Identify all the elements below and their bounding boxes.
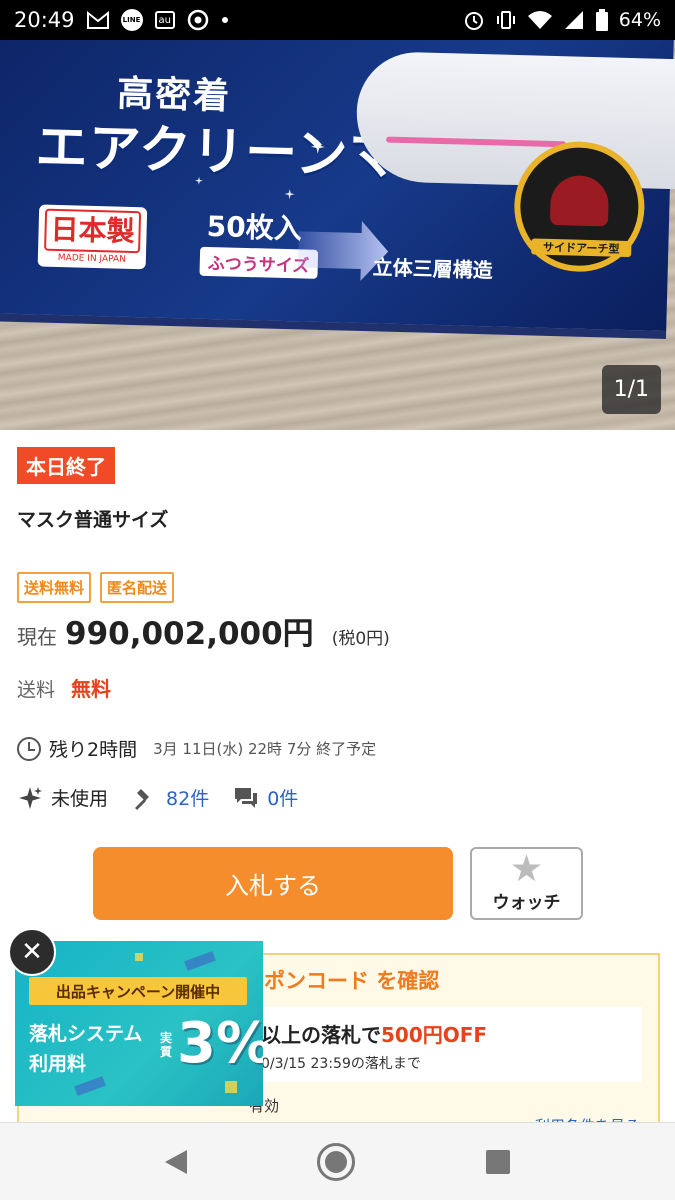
- vibrate-icon: [495, 9, 517, 31]
- shipping-label: 送料: [17, 679, 56, 701]
- listing-tags: 送料無料 匿名配送: [17, 572, 175, 603]
- price-label: 現在: [17, 625, 57, 649]
- back-icon[interactable]: [165, 1149, 188, 1174]
- watch-label: ウォッチ: [492, 893, 561, 913]
- end-date: 3月 11日(水) 22時 7分 終了予定: [153, 740, 377, 758]
- box-structure-label: 立体三層構造: [372, 255, 494, 283]
- coupon-card[interactable]: 以上の落札で500円OFF 0/3/15 23:59の落札まで: [249, 1007, 642, 1082]
- watch-button[interactable]: ウォッチ: [470, 847, 583, 920]
- status-time: 20:49: [14, 8, 75, 32]
- made-in-japan-label: 日本製 MADE IN JAPAN: [37, 204, 148, 270]
- coupon-condition: 以上の落札で500円OFF: [261, 1023, 488, 1047]
- listing-meta-row: 未使用 82件 0件: [17, 784, 298, 811]
- campaign-line-2: 利用料: [29, 1053, 87, 1075]
- product-image[interactable]: 高密着 エアクリーンマスク 日本製 MADE IN JAPAN 50枚入 ふつう…: [0, 40, 675, 430]
- system-nav-bar: [0, 1122, 675, 1200]
- campaign-banner[interactable]: 出品キャンペーン開催中 落札システム 利用料 実質 3%: [15, 941, 263, 1106]
- chrome-notification-icon: [187, 9, 209, 31]
- gmail-notification-icon: [86, 11, 109, 29]
- shipping-row: 送料 無料: [17, 673, 111, 702]
- star-icon: [512, 854, 541, 882]
- clock-icon: [17, 736, 41, 761]
- item-condition: 未使用: [51, 788, 109, 810]
- gavel-icon: [132, 785, 158, 811]
- close-icon[interactable]: ✕: [8, 928, 56, 976]
- campaign-percent: 3%: [177, 1011, 263, 1076]
- battery-percent: 64%: [618, 9, 661, 31]
- time-remaining: 残り2時間: [49, 739, 138, 761]
- campaign-jissitsu: 実質: [160, 1031, 173, 1059]
- coupon-check-link[interactable]: ポンコード を確認: [264, 965, 439, 995]
- recent-apps-icon[interactable]: [485, 1149, 510, 1174]
- sparkle-condition-icon: [17, 785, 43, 811]
- battery-icon: [595, 9, 609, 31]
- box-count-label: 50枚入: [206, 209, 303, 246]
- campaign-ribbon: 出品キャンペーン開催中: [29, 977, 247, 1005]
- more-notifications-icon: [221, 16, 229, 24]
- alarm-icon: [463, 9, 485, 31]
- image-counter: 1/1: [601, 365, 661, 414]
- ending-today-badge: 本日終了: [17, 447, 115, 484]
- mask-box-image: 高密着 エアクリーンマスク 日本製 MADE IN JAPAN 50枚入 ふつう…: [0, 40, 675, 339]
- time-remaining-row: 残り2時間 3月 11日(水) 22時 7分 終了予定: [17, 735, 376, 762]
- listing-title: マスク普通サイズ: [17, 509, 169, 531]
- sparkle-icon: [284, 189, 294, 199]
- status-bar: 20:49 LINE au 64%: [0, 0, 675, 40]
- anonymous-shipping-tag: 匿名配送: [100, 572, 175, 603]
- tax-amount: (税0円): [331, 629, 390, 649]
- cell-signal-icon: [563, 9, 585, 31]
- bid-button[interactable]: 入札する: [93, 847, 453, 920]
- current-price: 990,002,000円: [65, 616, 314, 652]
- bid-count-link[interactable]: 82件: [166, 784, 209, 811]
- campaign-line-1: 落札システム: [29, 1023, 143, 1045]
- comment-count-link[interactable]: 0件: [267, 784, 298, 811]
- coupon-deadline: 0/3/15 23:59の落札まで: [261, 1056, 421, 1072]
- wifi-icon: [527, 9, 553, 31]
- price-row: 現在 990,002,000円 (税0円): [17, 608, 390, 653]
- free-shipping-tag: 送料無料: [17, 572, 92, 603]
- comment-icon: [233, 785, 259, 811]
- home-icon[interactable]: [317, 1142, 356, 1181]
- line-notification-icon: LINE: [120, 9, 143, 31]
- shipping-value: 無料: [71, 677, 112, 701]
- au-notification-icon: au: [154, 11, 175, 29]
